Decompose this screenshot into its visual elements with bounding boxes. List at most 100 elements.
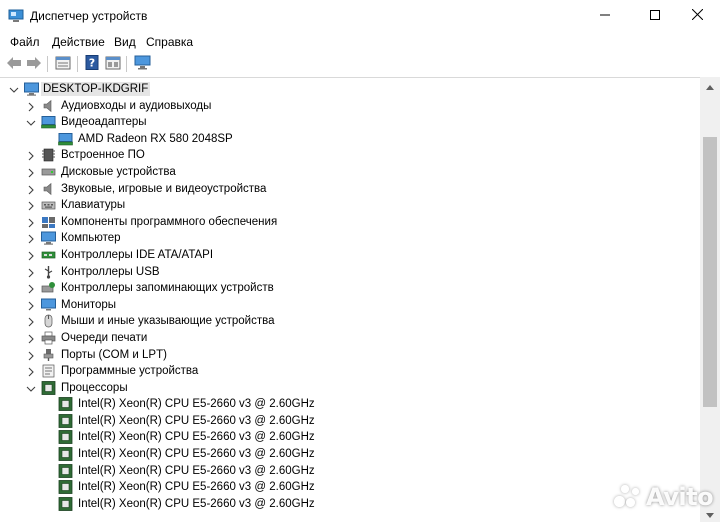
properties-icon <box>55 56 71 73</box>
chevron-right-icon[interactable] <box>26 333 36 344</box>
computer-icon <box>24 82 39 96</box>
tree-category-item[interactable]: Компоненты программного обеспечения <box>0 214 700 231</box>
processor-icon <box>58 413 73 428</box>
tree-category-item[interactable]: Дисковые устройства <box>0 164 700 181</box>
toolbar-separator <box>77 56 78 72</box>
vertical-scrollbar[interactable] <box>700 77 720 522</box>
chevron-right-icon[interactable] <box>26 366 36 377</box>
chevron-right-icon[interactable] <box>26 283 36 294</box>
close-button[interactable] <box>674 0 720 32</box>
tree-device-item[interactable]: Intel(R) Xeon(R) CPU E5-2660 v3 @ 2.60GH… <box>0 446 700 463</box>
tree-item-label: Процессоры <box>61 381 128 394</box>
menu-action[interactable]: Действие <box>52 35 105 49</box>
help-button[interactable]: ? <box>82 55 102 73</box>
window-title: Диспетчер устройств <box>30 9 148 23</box>
tree-category-item[interactable]: Контроллеры USB <box>0 264 700 281</box>
tree-category-item[interactable]: Контроллеры запоминающих устройств <box>0 280 700 297</box>
tree-category-item[interactable]: Мыши и иные указывающие устройства <box>0 313 700 330</box>
chevron-right-icon[interactable] <box>26 233 36 244</box>
processor-icon <box>58 496 73 511</box>
chevron-right-icon[interactable] <box>26 217 36 228</box>
tree-root-computer[interactable]: DESKTOP-IKDGRIF <box>0 81 700 98</box>
chevron-down-icon[interactable] <box>9 84 19 94</box>
tree-device-item[interactable]: Intel(R) Xeon(R) CPU E5-2660 v3 @ 2.60GH… <box>0 496 700 513</box>
chevron-right-icon[interactable] <box>26 167 36 178</box>
back-button[interactable] <box>4 55 24 73</box>
tree-device-item[interactable]: Intel(R) Xeon(R) CPU E5-2660 v3 @ 2.60GH… <box>0 413 700 430</box>
printer-icon <box>41 331 56 345</box>
tree-item-label: Intel(R) Xeon(R) CPU E5-2660 v3 @ 2.60GH… <box>78 464 315 477</box>
display-adapter-icon <box>41 115 56 129</box>
tree-item-label: Мониторы <box>61 298 117 311</box>
tree-category-item[interactable]: Клавиатуры <box>0 197 700 214</box>
scroll-up-button[interactable] <box>700 77 720 94</box>
chevron-right-icon[interactable] <box>26 300 36 311</box>
menu-view[interactable]: Вид <box>114 35 136 49</box>
scrollbar-thumb[interactable] <box>703 137 717 407</box>
processor-icon <box>41 380 56 395</box>
view-button[interactable] <box>103 55 123 73</box>
title-bar: Диспетчер устройств <box>0 0 720 32</box>
chevron-right-icon[interactable] <box>26 200 36 211</box>
tree-device-item[interactable]: Intel(R) Xeon(R) CPU E5-2660 v3 @ 2.60GH… <box>0 429 700 446</box>
tree-device-item[interactable]: Intel(R) Xeon(R) CPU E5-2660 v3 @ 2.60GH… <box>0 463 700 480</box>
monitor-icon <box>134 55 151 73</box>
tree-category-item[interactable]: Программные устройства <box>0 363 700 380</box>
tree-item-label: Компьютер <box>61 232 121 245</box>
tree-category-item[interactable]: Мониторы <box>0 297 700 314</box>
speaker-icon <box>41 99 56 113</box>
chevron-down-icon[interactable] <box>26 117 36 127</box>
help-icon: ? <box>85 55 99 73</box>
port-icon <box>41 348 56 362</box>
tree-item-label: Видеоадаптеры <box>61 116 147 129</box>
keyboard-icon <box>41 198 56 212</box>
maximize-icon <box>650 9 660 23</box>
chevron-right-icon[interactable] <box>26 250 36 261</box>
tree-device-item[interactable]: Intel(R) Xeon(R) CPU E5-2660 v3 @ 2.60GH… <box>0 396 700 413</box>
chevron-right-icon[interactable] <box>26 150 36 161</box>
chevron-right-icon[interactable] <box>26 267 36 277</box>
tree-category-item[interactable]: Встроенное ПО <box>0 147 700 164</box>
processor-icon <box>58 447 73 461</box>
tree-category-item[interactable]: Процессоры <box>0 380 700 397</box>
chevron-right-icon[interactable] <box>26 350 36 360</box>
storage-controller-icon <box>41 281 56 295</box>
scan-hardware-button[interactable] <box>132 55 152 73</box>
tree-category-item[interactable]: Очереди печати <box>0 330 700 347</box>
tree-item-label: Intel(R) Xeon(R) CPU E5-2660 v3 @ 2.60GH… <box>78 497 315 510</box>
tree-item-label: Мыши и иные указывающие устройства <box>61 315 275 328</box>
tree-device-item[interactable]: Intel(R) Xeon(R) CPU E5-2660 v3 @ 2.60GH… <box>0 479 700 496</box>
maximize-button[interactable] <box>632 0 678 32</box>
minimize-button[interactable] <box>582 0 628 32</box>
device-tree: DESKTOP-IKDGRIF Аудиовходы и аудиовыходы В… <box>0 81 700 512</box>
watermark-text: Avito <box>646 483 714 511</box>
tree-category-item[interactable]: Контроллеры IDE ATA/ATAPI <box>0 247 700 264</box>
monitor-icon <box>41 298 56 312</box>
speaker-icon <box>41 182 56 196</box>
tree-category-item[interactable]: Компьютер <box>0 230 700 247</box>
tree-item-label: Intel(R) Xeon(R) CPU E5-2660 v3 @ 2.60GH… <box>78 481 315 494</box>
tree-category-item[interactable]: Порты (COM и LPT) <box>0 347 700 364</box>
chevron-up-icon <box>706 79 714 93</box>
tree-device-item[interactable]: AMD Radeon RX 580 2048SP <box>0 131 700 148</box>
processor-icon <box>58 397 73 412</box>
forward-arrow-icon <box>26 56 42 73</box>
properties-button[interactable] <box>53 55 73 73</box>
chevron-down-icon[interactable] <box>26 383 36 393</box>
chevron-right-icon[interactable] <box>26 101 36 111</box>
tree-category-item[interactable]: Звуковые, игровые и видеоустройства <box>0 181 700 198</box>
menu-help[interactable]: Справка <box>146 35 193 49</box>
tree-category-item[interactable]: Аудиовходы и аудиовыходы <box>0 98 700 115</box>
tree-category-item[interactable]: Видеоадаптеры <box>0 114 700 131</box>
display-adapter-icon <box>58 132 73 146</box>
menu-file[interactable]: Файл <box>10 35 40 49</box>
forward-button[interactable] <box>24 55 44 73</box>
firmware-icon <box>41 148 56 162</box>
chevron-right-icon[interactable] <box>26 184 36 194</box>
processor-icon <box>58 463 73 478</box>
view-icon <box>105 56 121 73</box>
chevron-right-icon[interactable] <box>26 316 36 327</box>
tree-item-label: Звуковые, игровые и видеоустройства <box>61 182 267 195</box>
ide-controller-icon <box>41 248 56 262</box>
toolbar-separator <box>47 56 48 72</box>
